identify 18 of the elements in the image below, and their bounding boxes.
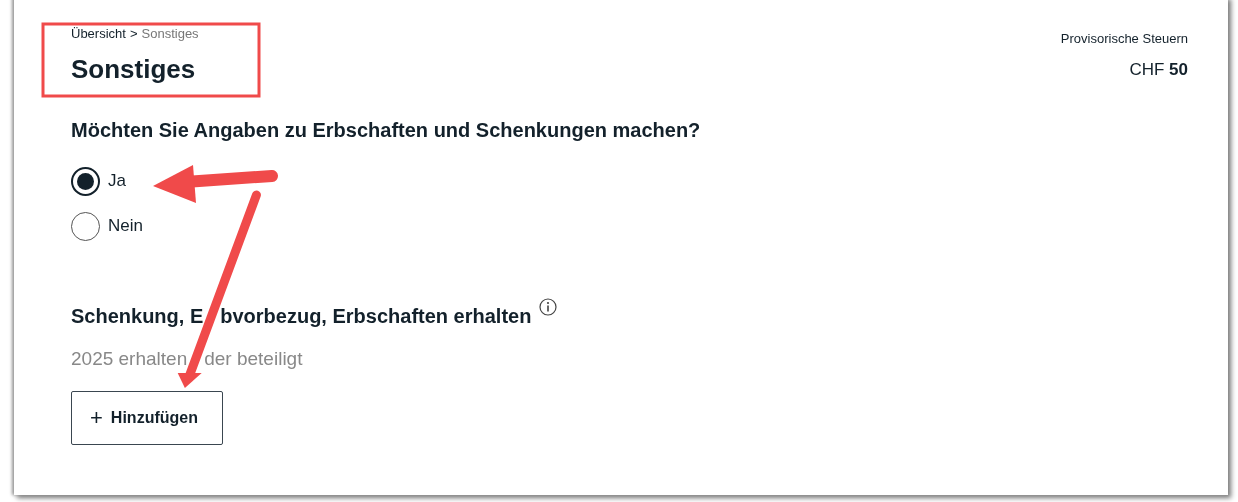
option-label[interactable]: Nein: [108, 213, 143, 239]
plus-icon: +: [90, 407, 103, 429]
radio-button[interactable]: [71, 166, 100, 196]
breadcrumb-separator: >: [129, 25, 138, 43]
radio-button[interactable]: [71, 211, 100, 241]
section-subtitle: 2025 erhalten: [71, 346, 188, 371]
question-text: Möchten Sie Angaben zu Erbschaften und Schenkungen machen?: [71, 117, 702, 143]
section-title: Schenkung, E: [71, 303, 204, 329]
page-title: Sonstiges: [71, 52, 197, 86]
section-title: bvorbezug, Erbschaften erhalten: [220, 303, 532, 329]
add-button[interactable]: + Hinzufügen: [71, 391, 223, 445]
breadcrumb-current: Sonstiges: [141, 25, 199, 43]
section-subtitle: der beteiligt: [204, 346, 303, 371]
tax-label: Provisorische Steuern: [1060, 30, 1188, 48]
tax-amount: CHF 50: [1128, 58, 1188, 81]
info-icon[interactable]: [539, 297, 558, 316]
breadcrumb-link[interactable]: Übersicht: [71, 24, 126, 44]
option-label[interactable]: Ja: [108, 168, 126, 194]
